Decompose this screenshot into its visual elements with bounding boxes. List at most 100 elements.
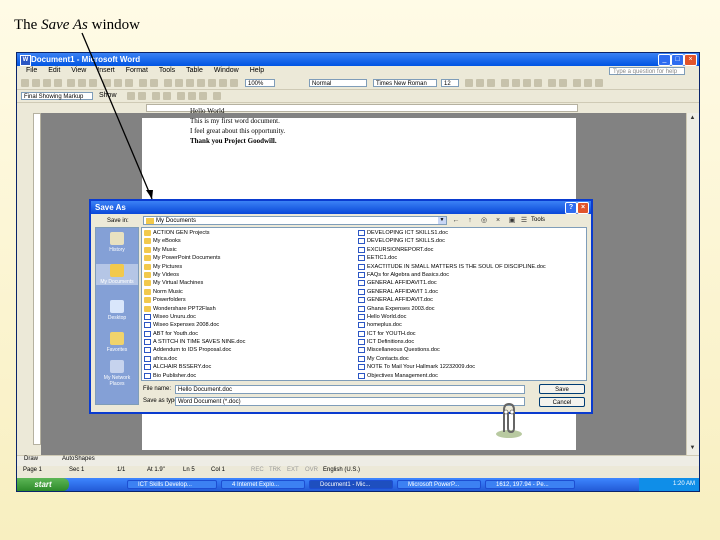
- help-icon[interactable]: ?: [565, 202, 577, 214]
- file-list-item[interactable]: ICT for YOUTH.doc: [358, 330, 578, 338]
- minimize-icon[interactable]: _: [658, 54, 671, 66]
- place-favorites[interactable]: Favorites: [96, 332, 138, 353]
- file-list[interactable]: ACTION GEN Projects My eBooks My Music My P…: [141, 227, 587, 381]
- cancel-button[interactable]: Cancel: [539, 397, 585, 407]
- print-icon[interactable]: [67, 79, 75, 87]
- show-menu[interactable]: Show: [99, 91, 117, 101]
- font-combo[interactable]: Times New Roman: [373, 79, 437, 87]
- file-name-input[interactable]: Hello Document.doc: [175, 385, 525, 394]
- document-map-icon[interactable]: [219, 79, 227, 87]
- file-list-item[interactable]: My Contacts.doc: [358, 355, 578, 363]
- font-color-icon[interactable]: [595, 79, 603, 87]
- paste-icon[interactable]: [125, 79, 133, 87]
- delete-icon[interactable]: ×: [493, 216, 503, 225]
- tables-icon[interactable]: [175, 79, 183, 87]
- file-list-item[interactable]: DEVELOPING ICT SKILLS1.doc: [358, 229, 578, 237]
- center-icon[interactable]: [512, 79, 520, 87]
- start-button[interactable]: start: [17, 478, 69, 491]
- place-desktop[interactable]: Desktop: [96, 300, 138, 321]
- file-list-item[interactable]: Bio Publisher.doc: [144, 372, 354, 380]
- file-list-item[interactable]: ICT Definitions.doc: [358, 338, 578, 346]
- vertical-scrollbar[interactable]: ▲ ▼: [686, 113, 699, 455]
- highlight-icon[interactable]: [584, 79, 592, 87]
- place-history[interactable]: History: [96, 232, 138, 253]
- next-change-icon[interactable]: [138, 92, 146, 100]
- file-list-item[interactable]: GENERAL AFFIDAVIT.doc: [358, 296, 578, 304]
- undo-icon[interactable]: [139, 79, 147, 87]
- file-list-item[interactable]: Powerfolders: [144, 296, 354, 304]
- file-list-item[interactable]: Wiseo Unuru.doc: [144, 313, 354, 321]
- draw-menu[interactable]: Draw: [24, 455, 38, 464]
- file-list-item[interactable]: FAQs for Algebra and Basics.doc: [358, 271, 578, 279]
- menu-table[interactable]: Table: [186, 66, 203, 76]
- open-icon[interactable]: [32, 79, 40, 87]
- align-right-icon[interactable]: [523, 79, 531, 87]
- reviewing-pane-icon[interactable]: [199, 92, 207, 100]
- up-folder-icon[interactable]: ↑: [465, 216, 475, 225]
- search-web-icon[interactable]: ◎: [479, 216, 489, 225]
- bullets-icon[interactable]: [559, 79, 567, 87]
- chevron-down-icon[interactable]: ▼: [438, 217, 446, 224]
- file-list-item[interactable]: Objectives Management.doc: [358, 372, 578, 380]
- save-button[interactable]: Save: [539, 384, 585, 394]
- file-list-item[interactable]: africa.doc: [144, 355, 354, 363]
- file-list-item[interactable]: Hello World.doc: [358, 313, 578, 321]
- menu-format[interactable]: Format: [126, 66, 148, 76]
- insert-table-icon[interactable]: [186, 79, 194, 87]
- close-icon[interactable]: ×: [684, 54, 697, 66]
- save-icon[interactable]: [43, 79, 51, 87]
- menu-file[interactable]: File: [26, 66, 37, 76]
- status-rec[interactable]: REC: [251, 465, 264, 475]
- justify-icon[interactable]: [534, 79, 542, 87]
- spelling-icon[interactable]: [89, 79, 97, 87]
- show-hide-icon[interactable]: [230, 79, 238, 87]
- zoom-combo[interactable]: 100%: [245, 79, 275, 87]
- reject-change-icon[interactable]: [163, 92, 171, 100]
- file-list-item[interactable]: DEVELOPING ICT SKILLS.doc: [358, 237, 578, 245]
- menu-window[interactable]: Window: [214, 66, 239, 76]
- outside-border-icon[interactable]: [573, 79, 581, 87]
- drawing-icon[interactable]: [208, 79, 216, 87]
- redo-icon[interactable]: [150, 79, 158, 87]
- taskbar-item[interactable]: Document1 - Mic...: [309, 480, 393, 489]
- tools-menu[interactable]: Tools: [531, 216, 545, 225]
- file-list-item[interactable]: Miscellaneous Questions.doc: [358, 346, 578, 354]
- save-as-type-select[interactable]: Word Document (*.doc): [175, 397, 525, 406]
- track-changes-icon[interactable]: [188, 92, 196, 100]
- scroll-up-icon[interactable]: ▲: [689, 115, 696, 122]
- cut-icon[interactable]: [103, 79, 111, 87]
- status-ext[interactable]: EXT: [287, 465, 299, 475]
- numbering-icon[interactable]: [548, 79, 556, 87]
- new-comment-icon[interactable]: [177, 92, 185, 100]
- file-list-item[interactable]: My Videos: [144, 271, 354, 279]
- file-list-item[interactable]: My Virtual Machines: [144, 279, 354, 287]
- file-list-item[interactable]: ALCHAIR BSSERY.doc: [144, 363, 354, 371]
- file-list-item[interactable]: Black Unuru.doc: [144, 380, 354, 381]
- underline-icon[interactable]: [487, 79, 495, 87]
- menu-help[interactable]: Help: [250, 66, 264, 76]
- hyperlink-icon[interactable]: [164, 79, 172, 87]
- menu-tools[interactable]: Tools: [159, 66, 175, 76]
- file-list-item[interactable]: A STITCH IN TIME SAVES NINE.doc: [144, 338, 354, 346]
- file-list-item[interactable]: EXACTITUDE IN SMALL MATTERS IS THE SOUL …: [358, 263, 578, 271]
- status-trk[interactable]: TRK: [269, 465, 281, 475]
- bold-icon[interactable]: [465, 79, 473, 87]
- file-list-item[interactable]: EXCURSIONREPORT.doc: [358, 246, 578, 254]
- copy-icon[interactable]: [114, 79, 122, 87]
- file-list-item[interactable]: Wondershare PPT2Flash: [144, 305, 354, 313]
- font-size-combo[interactable]: 12: [441, 79, 459, 87]
- file-list-item[interactable]: Wiseo Expenses 2008.doc: [144, 321, 354, 329]
- file-list-item[interactable]: My Pictures: [144, 263, 354, 271]
- place-my-documents[interactable]: My Documents: [96, 264, 138, 285]
- help-question-box[interactable]: Type a question for help: [609, 67, 685, 75]
- file-list-item[interactable]: My PowerPoint Documents: [144, 254, 354, 262]
- file-list-item[interactable]: GENERAL AFFIDAVIT1.doc: [358, 279, 578, 287]
- file-list-item[interactable]: ABT for Youth.doc: [144, 330, 354, 338]
- taskbar-item[interactable]: 1612, 197.94 - Pe...: [485, 480, 575, 489]
- file-list-item[interactable]: EETIC1.doc: [358, 254, 578, 262]
- file-list-item[interactable]: NOTE To Mail Your Hallmark 12232009.doc: [358, 363, 578, 371]
- file-list-item[interactable]: My Music: [144, 246, 354, 254]
- save-in-combo[interactable]: My Documents ▼: [143, 216, 447, 225]
- dialog-close-icon[interactable]: ×: [577, 202, 589, 214]
- file-list-item[interactable]: ORGANIZE IN THOUGHTS.doc: [358, 380, 578, 381]
